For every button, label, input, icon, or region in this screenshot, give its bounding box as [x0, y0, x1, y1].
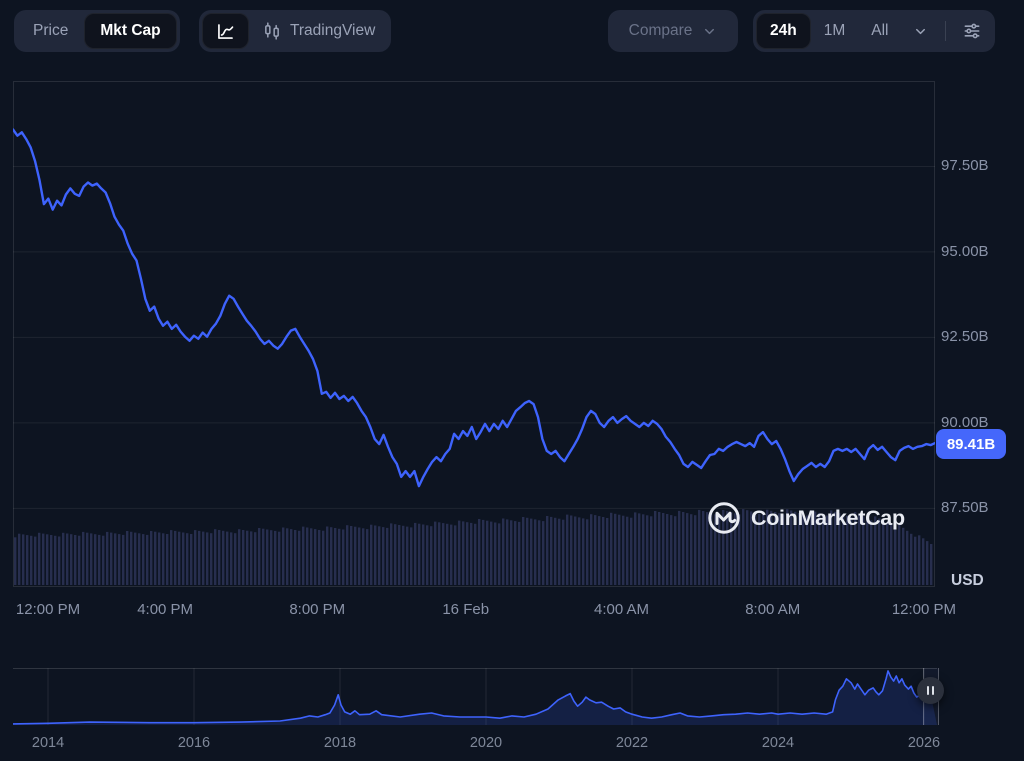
tradingview-label: TradingView — [290, 22, 375, 40]
navigator-year-label: 2026 — [908, 735, 940, 751]
navigator-year-label: 2018 — [324, 735, 356, 751]
coinmarketcap-watermark: CoinMarketCap — [706, 500, 905, 536]
watermark-brand-label: CoinMarketCap — [751, 506, 905, 531]
chart-type-toggle: TradingView — [199, 10, 391, 52]
tab-mkt-cap[interactable]: Mkt Cap — [84, 13, 176, 49]
range-navigator-chart[interactable] — [13, 668, 937, 725]
y-axis-label: 95.00B — [941, 243, 989, 260]
toolbar-divider — [945, 21, 946, 41]
x-axis-label: 4:00 PM — [137, 601, 193, 618]
x-axis-label: 16 Feb — [442, 601, 489, 618]
range-all-button[interactable]: All — [858, 13, 901, 49]
candlestick-icon — [262, 21, 282, 41]
x-axis-label: 4:00 AM — [594, 601, 649, 618]
navigator-year-label: 2016 — [178, 735, 210, 751]
range-24h-button[interactable]: 24h — [756, 13, 811, 49]
x-axis-label: 8:00 AM — [745, 601, 800, 618]
x-axis-label: 8:00 PM — [289, 601, 345, 618]
navigator-year-label: 2024 — [762, 735, 794, 751]
currency-unit-label: USD — [951, 572, 984, 590]
navigator-year-label: 2022 — [616, 735, 648, 751]
last-price-badge: 89.41B — [936, 429, 1006, 459]
tab-price[interactable]: Price — [17, 13, 84, 49]
y-axis-label: 97.50B — [941, 157, 989, 174]
chart-settings-button[interactable] — [952, 13, 992, 49]
x-axis-label: 12:00 PM — [16, 601, 80, 618]
chevron-down-icon — [913, 24, 928, 39]
sliders-icon — [962, 21, 982, 41]
market-cap-chart-page: Price Mkt Cap TradingView Compare 24h 1M… — [0, 0, 1024, 761]
y-axis-label: 92.50B — [941, 328, 989, 345]
metric-toggle: Price Mkt Cap — [14, 10, 180, 52]
y-axis-label: 87.50B — [941, 499, 989, 516]
line-chart-icon — [215, 21, 236, 42]
range-more-button[interactable] — [902, 13, 939, 49]
x-axis-label: 12:00 PM — [892, 601, 956, 618]
chevron-down-icon — [702, 24, 717, 39]
navigator-year-label: 2014 — [32, 735, 64, 751]
range-toggle: 24h 1M All — [753, 10, 995, 52]
navigator-year-label: 2020 — [470, 735, 502, 751]
compare-label: Compare — [629, 22, 693, 40]
coinmarketcap-logo-icon — [706, 500, 742, 536]
line-chart-type-button[interactable] — [202, 13, 249, 49]
navigator-handle[interactable] — [917, 677, 944, 704]
range-1m-button[interactable]: 1M — [811, 13, 859, 49]
compare-button[interactable]: Compare — [608, 10, 738, 52]
tradingview-chart-type-button[interactable]: TradingView — [249, 13, 388, 49]
